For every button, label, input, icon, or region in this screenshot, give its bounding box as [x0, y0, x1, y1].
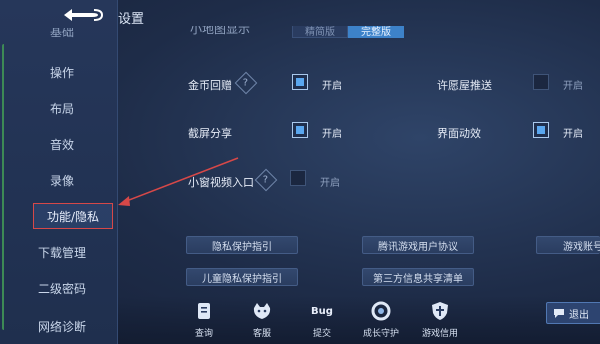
customer-service-icon [251, 300, 273, 322]
coin-rebate-state: 开启 [322, 81, 342, 92]
chat-icon [554, 309, 564, 318]
ui-animation-checkbox[interactable] [533, 122, 549, 138]
sidebar-item-controls[interactable]: 操作 [12, 60, 112, 84]
option-simple[interactable]: 精简版 [292, 26, 348, 38]
option-full[interactable]: 完整版 [348, 26, 404, 38]
sidebar-item-replay[interactable]: 录像 [12, 168, 112, 192]
ring-icon [370, 300, 392, 322]
child-privacy-link[interactable]: 儿童隐私保护指引 [186, 268, 298, 286]
customer-service-button[interactable]: 客服 [234, 300, 290, 340]
shield-icon [429, 300, 451, 322]
sidebar-item-label: 布局 [49, 101, 74, 116]
sidebar-item-label: 功能/隐私 [46, 209, 100, 224]
sidebar-item-basic[interactable]: 基础 [12, 28, 112, 44]
help-icon[interactable]: ? [254, 168, 278, 192]
customer-service-label: 客服 [252, 329, 271, 339]
screenshot-share-label: 截屏分享 [188, 127, 232, 140]
bug-submit-button[interactable]: Bug 提交 [294, 300, 350, 340]
growth-guard-label: 成长守护 [362, 329, 399, 339]
wish-house-label: 许愿屋推送 [437, 79, 492, 92]
mini-video-label: 小窗视频入口 [188, 176, 254, 189]
ui-animation-state: 开启 [563, 129, 583, 140]
bug-icon: Bug [311, 300, 333, 322]
logout-button[interactable]: 退出 [546, 302, 600, 324]
sidebar-item-label: 操作 [49, 65, 74, 80]
sidebar: 基础 操作 布局 音效 录像 功能/隐私 下载管理 二级密码 网络诊断 [0, 0, 118, 344]
sidebar-item-function-privacy[interactable]: 功能/隐私 [33, 203, 113, 229]
sidebar-item-password[interactable]: 二级密码 [12, 276, 112, 300]
game-account-link[interactable]: 游戏账号 [536, 236, 600, 254]
sidebar-item-sound[interactable]: 音效 [12, 132, 112, 156]
screenshot-share-state: 开启 [322, 129, 342, 140]
page-title: 设置 [118, 12, 145, 27]
minimap-display-row: 小地图显示 精简版 完整版 [190, 26, 420, 40]
sidebar-item-label: 网络诊断 [37, 319, 86, 334]
privacy-guide-link[interactable]: 隐私保护指引 [186, 236, 298, 254]
sidebar-item-label: 基础 [49, 28, 74, 39]
game-credit-label: 游戏信用 [421, 329, 458, 339]
mini-video-checkbox[interactable] [290, 170, 306, 186]
bug-badge: Bug [311, 305, 333, 317]
growth-guard-button[interactable]: 成长守护 [353, 300, 409, 340]
screenshot-share-checkbox[interactable] [292, 122, 308, 138]
help-icon[interactable]: ? [234, 71, 258, 95]
query-label: 查询 [194, 329, 213, 339]
logout-label: 退出 [569, 309, 589, 321]
sidebar-item-label: 录像 [49, 173, 74, 188]
sidebar-item-label: 下载管理 [37, 245, 86, 260]
ui-animation-label: 界面动效 [437, 127, 481, 140]
third-party-info-link[interactable]: 第三方信息共享清单 [362, 268, 474, 286]
query-button[interactable]: 查询 [176, 300, 232, 340]
sidebar-item-label: 二级密码 [37, 281, 86, 296]
coin-rebate-checkbox[interactable] [292, 74, 308, 90]
coin-rebate-label: 金币回赠 [188, 79, 232, 92]
sidebar-item-layout[interactable]: 布局 [12, 96, 112, 120]
sidebar-item-download[interactable]: 下载管理 [12, 240, 112, 264]
sidebar-item-label: 音效 [49, 137, 74, 152]
sidebar-item-network[interactable]: 网络诊断 [12, 314, 112, 338]
document-icon [193, 300, 215, 322]
back-arrow-icon[interactable] [58, 6, 104, 24]
wish-house-checkbox[interactable] [533, 74, 549, 90]
game-credit-button[interactable]: 游戏信用 [412, 300, 468, 340]
user-agreement-link[interactable]: 腾讯游戏用户协议 [362, 236, 474, 254]
minimap-label: 小地图显示 [190, 26, 251, 36]
wish-house-state: 开启 [563, 81, 583, 92]
mini-video-state: 开启 [320, 178, 340, 189]
sidebar-accent-line [2, 44, 8, 330]
bug-submit-label: 提交 [312, 329, 331, 339]
